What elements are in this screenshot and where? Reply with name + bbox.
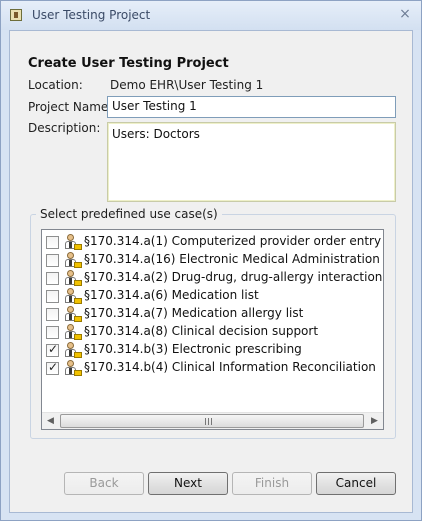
- use-case-checkbox[interactable]: [46, 326, 59, 339]
- use-case-checkbox[interactable]: [46, 254, 59, 267]
- dialog-body: Create User Testing Project Location: De…: [9, 30, 413, 513]
- scroll-left-icon[interactable]: ◀: [42, 413, 59, 429]
- doctor-icon: [64, 360, 82, 377]
- project-name-label: Project Name:*: [28, 100, 118, 114]
- use-case-label: §170.314.a(16) Electronic Medical Admini…: [84, 252, 383, 266]
- doctor-icon: [64, 288, 82, 305]
- location-value: Demo EHR\User Testing 1: [110, 78, 264, 92]
- horizontal-scrollbar[interactable]: ◀ ▶: [42, 412, 383, 429]
- list-item[interactable]: §170.314.a(16) Electronic Medical Admini…: [42, 251, 383, 269]
- back-button[interactable]: Back: [64, 472, 144, 495]
- use-case-label: §170.314.a(2) Drug-drug, drug-allergy in…: [84, 270, 383, 284]
- doctor-icon: [64, 252, 82, 269]
- use-case-label: §170.314.b(3) Electronic prescribing: [84, 342, 302, 356]
- dialog-window: User Testing Project × Create User Testi…: [0, 0, 422, 521]
- use-case-checkbox[interactable]: [46, 342, 59, 357]
- doctor-icon: [64, 342, 82, 359]
- use-case-label: §170.314.a(7) Medication allergy list: [84, 306, 304, 320]
- use-case-checkbox[interactable]: [46, 308, 59, 321]
- cancel-button[interactable]: Cancel: [316, 472, 396, 495]
- finish-button[interactable]: Finish: [232, 472, 312, 495]
- page-title: Create User Testing Project: [28, 56, 229, 71]
- location-label: Location:: [28, 78, 83, 92]
- description-label: Description:: [28, 121, 101, 135]
- list-item[interactable]: §170.314.a(6) Medication list: [42, 287, 383, 305]
- scrollbar-thumb[interactable]: [60, 414, 364, 428]
- use-case-checkbox[interactable]: [46, 290, 59, 303]
- description-input[interactable]: Users: Doctors: [107, 122, 396, 202]
- list-item[interactable]: §170.314.b(4) Clinical Information Recon…: [42, 359, 383, 377]
- close-icon[interactable]: ×: [397, 6, 413, 22]
- list-item[interactable]: §170.314.a(2) Drug-drug, drug-allergy in…: [42, 269, 383, 287]
- use-case-list[interactable]: §170.314.a(1) Computerized provider orde…: [41, 229, 384, 430]
- use-case-label: §170.314.a(8) Clinical decision support: [84, 324, 319, 338]
- title-bar[interactable]: User Testing Project ×: [1, 1, 421, 30]
- doctor-icon: [64, 324, 82, 341]
- use-case-label: §170.314.a(1) Computerized provider orde…: [84, 234, 382, 248]
- next-button[interactable]: Next: [148, 472, 228, 495]
- project-name-input[interactable]: User Testing 1: [107, 96, 396, 118]
- use-case-checkbox[interactable]: [46, 360, 59, 375]
- use-case-checkbox[interactable]: [46, 272, 59, 285]
- list-item[interactable]: §170.314.b(3) Electronic prescribing: [42, 341, 383, 359]
- use-case-label: §170.314.a(6) Medication list: [84, 288, 259, 302]
- list-item[interactable]: §170.314.a(1) Computerized provider orde…: [42, 233, 383, 251]
- use-case-group-label: Select predefined use case(s): [36, 207, 222, 221]
- list-item[interactable]: §170.314.a(7) Medication allergy list: [42, 305, 383, 323]
- app-icon: [10, 9, 22, 21]
- doctor-icon: [64, 234, 82, 251]
- window-title: User Testing Project: [32, 8, 151, 22]
- list-item[interactable]: §170.314.a(8) Clinical decision support: [42, 323, 383, 341]
- doctor-icon: [64, 306, 82, 323]
- use-case-checkbox[interactable]: [46, 236, 59, 249]
- doctor-icon: [64, 270, 82, 287]
- scroll-right-icon[interactable]: ▶: [366, 413, 383, 429]
- use-case-label: §170.314.b(4) Clinical Information Recon…: [84, 360, 376, 374]
- grip-icon: [205, 418, 213, 425]
